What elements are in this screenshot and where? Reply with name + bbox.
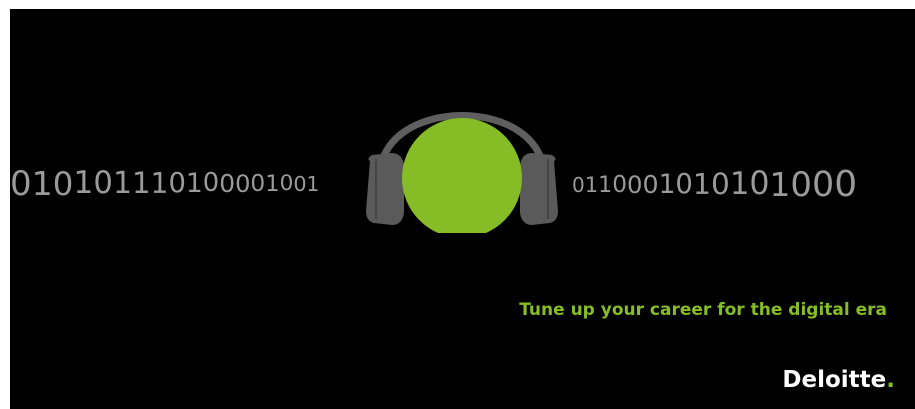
deloitte-logo: Deloitte. (782, 367, 895, 393)
headphones-icon (366, 112, 558, 233)
binary-left-text: 010101110100001001 (10, 164, 320, 204)
right-earcup (520, 153, 558, 225)
logo-dot: . (886, 367, 895, 393)
tagline: Tune up your career for the digital era (519, 300, 887, 320)
left-earcup (366, 153, 404, 225)
green-circle (402, 118, 522, 233)
binary-string-left: 010101110100001001 (10, 167, 319, 201)
ad-banner: 010101110100001001 0110001010101000 Tune… (10, 9, 915, 409)
binary-string-right: 0110001010101000 (572, 167, 857, 203)
logo-text: Deloitte (782, 367, 887, 393)
binary-right-text: 0110001010101000 (572, 164, 858, 205)
